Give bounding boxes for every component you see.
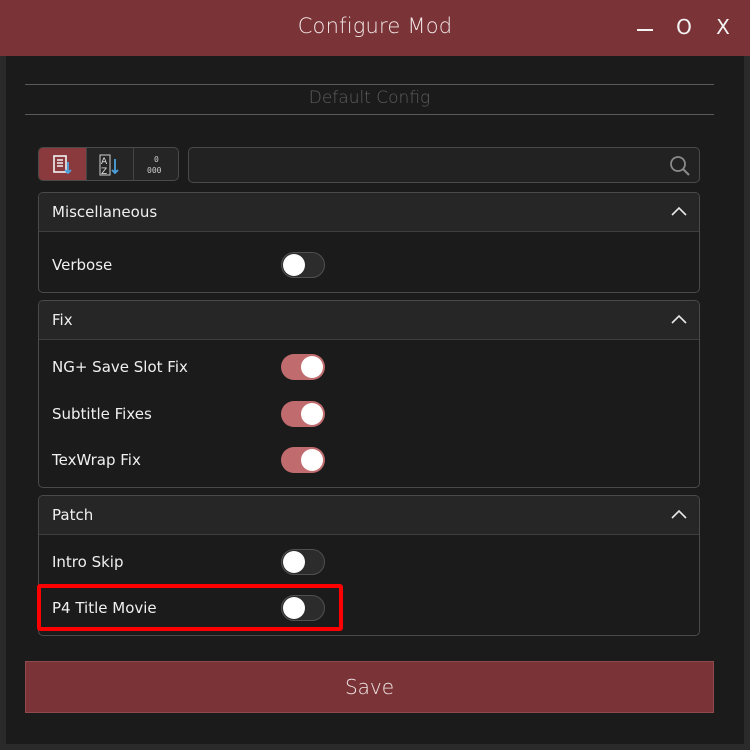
save-button[interactable]: Save <box>25 661 714 713</box>
minimize-icon <box>637 29 653 31</box>
section-title: Fix <box>52 311 73 329</box>
divider-top <box>25 84 714 85</box>
search-field[interactable] <box>188 147 700 183</box>
setting-label-verbose: Verbose <box>52 256 113 274</box>
toggle-knob <box>283 597 305 619</box>
toggle-knob <box>283 254 305 276</box>
setting-label-texwrap-fix: TexWrap Fix <box>52 451 141 469</box>
setting-label-p4-title-movie: P4 Title Movie <box>52 599 157 617</box>
section-title: Miscellaneous <box>52 203 158 221</box>
sort-toolbar: A Z 0 000 <box>38 147 179 181</box>
section-patch: Patch Intro Skip P4 Title Movie <box>38 495 700 636</box>
setting-label-subtitle-fixes: Subtitle Fixes <box>52 405 152 423</box>
svg-text:000: 000 <box>147 166 162 175</box>
toggle-verbose[interactable] <box>281 252 325 278</box>
svg-text:0: 0 <box>154 155 159 164</box>
search-icon[interactable] <box>669 155 691 177</box>
section-header[interactable]: Miscellaneous <box>39 193 699 232</box>
binary-button[interactable]: 0 000 <box>133 148 178 180</box>
setting-label-intro-skip: Intro Skip <box>52 553 124 571</box>
section-fix: Fix NG+ Save Slot Fix Subtitle Fixes Tex… <box>38 300 700 488</box>
search-input[interactable] <box>197 152 661 180</box>
setting-label-ng-save-slot-fix: NG+ Save Slot Fix <box>52 358 188 376</box>
config-title: Default Config <box>308 88 431 108</box>
chevron-up-icon[interactable] <box>671 205 687 217</box>
section-title: Patch <box>52 506 94 524</box>
toggle-knob <box>283 551 305 573</box>
section-header[interactable]: Patch <box>39 496 699 535</box>
chevron-up-icon[interactable] <box>671 508 687 520</box>
toggle-knob <box>301 449 323 471</box>
divider-bottom <box>25 114 714 115</box>
sort-alpha-button[interactable]: A Z <box>86 148 133 180</box>
title-bar[interactable]: Configure Mod O X <box>0 0 750 56</box>
chevron-up-icon[interactable] <box>671 313 687 325</box>
toggle-texwrap-fix[interactable] <box>281 447 325 473</box>
svg-text:A: A <box>101 157 108 167</box>
section-header[interactable]: Fix <box>39 301 699 340</box>
binary-icon: 0 000 <box>147 155 162 175</box>
minimize-button[interactable] <box>628 12 664 42</box>
toggle-subtitle-fixes[interactable] <box>281 401 325 427</box>
toggle-p4-title-movie[interactable] <box>281 595 325 621</box>
toggle-intro-skip[interactable] <box>281 549 325 575</box>
sort-default-button[interactable] <box>39 148 86 180</box>
sort-alpha-icon: A Z <box>99 154 119 176</box>
section-miscellaneous: Miscellaneous Verbose <box>38 192 700 293</box>
maximize-button[interactable]: O <box>666 12 702 42</box>
sort-default-icon <box>52 155 72 175</box>
toggle-knob <box>301 403 323 425</box>
toggle-knob <box>301 356 323 378</box>
toggle-ng-save-slot-fix[interactable] <box>281 354 325 380</box>
close-button[interactable]: X <box>705 12 741 42</box>
